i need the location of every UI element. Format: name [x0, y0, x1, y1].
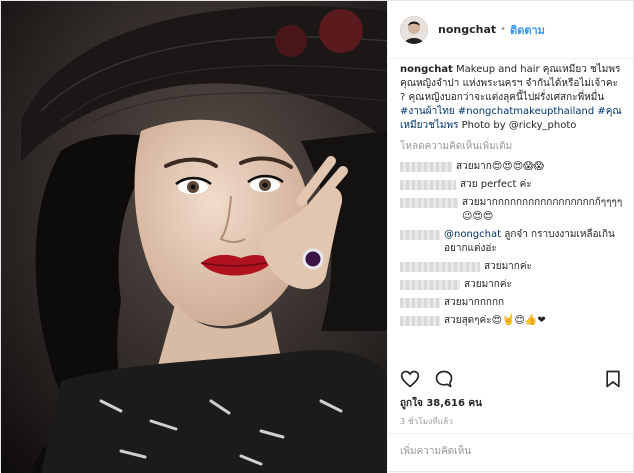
comment-icon[interactable]: [434, 369, 454, 393]
blurred-username: [400, 198, 458, 208]
comment-text: สวยมากค่ะ: [484, 261, 532, 272]
comment-item: สวยมากกกกกกกกกกกกกกกกกก้ๆๆๆๆ😉😍😍: [400, 196, 625, 224]
comment-item: สวยมากค่ะ: [400, 260, 625, 274]
comment-text: สวย perfect ค่ะ: [460, 179, 532, 190]
comment-text: สวยมากกกกกกกกกกกกกกกกกก้ๆๆๆๆ😉😍😍: [462, 197, 623, 222]
comment-item: สวยสุดๆค่ะ😍🤘😊👍❤: [400, 314, 625, 328]
blurred-username: [400, 162, 452, 172]
timestamp[interactable]: 3 ชั่วโมงที่แล้ว: [400, 415, 453, 428]
comment-item: สวยมากกกกก: [400, 296, 625, 310]
mention-link[interactable]: @nongchat: [444, 229, 501, 240]
comments-list[interactable]: nongchat Makeup and hair คุณเหมียว ชไมพร…: [400, 63, 625, 359]
blurred-username: [400, 230, 440, 240]
bookmark-icon[interactable]: [603, 369, 623, 393]
avatar-image: [400, 15, 428, 44]
blurred-username: [400, 180, 456, 190]
add-comment-input[interactable]: เพิ่มความคิดเห็น: [388, 433, 634, 473]
load-more-comments[interactable]: โหลดความคิดเห็นเพิ่มเติม: [400, 140, 625, 154]
separator-dot: •: [500, 24, 507, 35]
comment-text: สวยมากค่ะ: [464, 279, 512, 290]
comment-text: สวยสุดๆค่ะ😍🤘😊👍❤: [444, 315, 546, 326]
comment-item: สวยมาก😍😍😍😱😱: [400, 160, 625, 174]
comment-text: สวยมาก😍😍😍😱😱: [456, 161, 544, 172]
photo-credit: Photo by @ricky_photo: [461, 120, 577, 131]
post-header: nongchat • ติดตาม: [388, 1, 634, 59]
blurred-username: [400, 298, 440, 308]
comment-text: สวยมากกกกก: [444, 297, 505, 308]
hashtag[interactable]: #nongchatmakeupthailand: [458, 106, 594, 117]
action-bar: [400, 367, 623, 395]
username[interactable]: nongchat: [438, 23, 496, 36]
hashtag[interactable]: #งานผ้าไทย: [400, 106, 455, 117]
like-count[interactable]: ถูกใจ 38,616 คน: [400, 396, 482, 411]
heart-icon[interactable]: [400, 369, 420, 393]
post-sidebar: nongchat • ติดตาม nongchat Makeup and ha…: [387, 1, 634, 473]
post-photo[interactable]: [1, 1, 387, 473]
portrait-image: [1, 1, 387, 473]
blurred-username: [400, 316, 440, 326]
follow-button[interactable]: ติดตาม: [510, 21, 545, 39]
avatar[interactable]: [400, 15, 428, 44]
caption-username[interactable]: nongchat: [400, 64, 453, 75]
comment-item: สวยมากค่ะ: [400, 278, 625, 292]
blurred-username: [400, 280, 460, 290]
instagram-post: nongchat • ติดตาม nongchat Makeup and ha…: [0, 0, 634, 473]
comment-item: @nongchat ลูกจ๋า กราบงงามเหลือเกิน อยากแ…: [400, 228, 625, 256]
comment-item: สวย perfect ค่ะ: [400, 178, 625, 192]
blurred-username: [400, 262, 480, 272]
caption: nongchat Makeup and hair คุณเหมียว ชไมพร…: [400, 63, 625, 133]
